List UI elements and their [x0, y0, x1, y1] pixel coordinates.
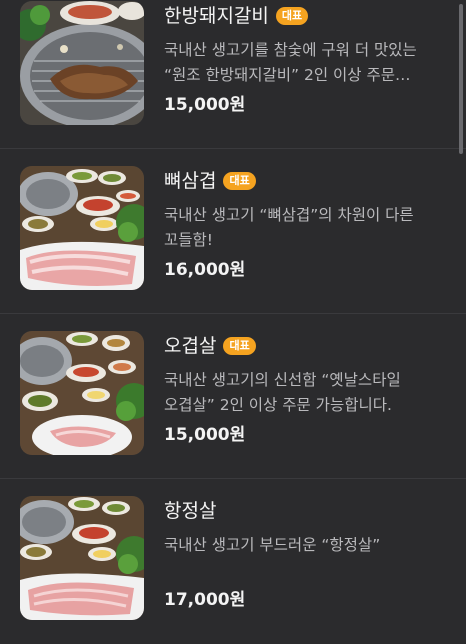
menu-item-ppyeosamgyeop[interactable]: 뼈삼겹 대표 국내산 생고기 “뼈삼겹”의 차원이 다른 꼬들함! 16,000… [0, 149, 466, 314]
pork-belly-photo-icon [20, 331, 144, 455]
signature-badge: 대표 [223, 337, 256, 355]
menu-item-description: 국내산 생고기를 참숯에 구워 더 맛있는 “원조 한방돼지갈비” 2인 이상 … [164, 41, 417, 84]
menu-item-name: 항정살 [164, 500, 217, 522]
scrollbar[interactable] [459, 4, 463, 154]
menu-item-title-row: 뼈삼겹 대표 [164, 169, 256, 193]
menu-item-description: 국내산 생고기 부드러운 “항정살” [164, 536, 381, 554]
signature-badge: 대표 [223, 172, 256, 190]
signature-badge: 대표 [275, 7, 309, 25]
menu-item-hangjeongsal[interactable]: 항정살 국내산 생고기 부드러운 “항정살” 17,000원 [0, 479, 466, 644]
menu-item-title-row: 한방돼지갈비 대표 [164, 4, 309, 28]
menu-list: 한방돼지갈비 대표 국내산 생고기를 참숯에 구워 더 맛있는 “원조 한방돼지… [0, 0, 466, 644]
menu-item-description: 국내산 생고기 “뼈삼겹”의 차원이 다른 꼬들함! [164, 206, 414, 249]
menu-item-image[interactable] [20, 496, 144, 620]
menu-item-price: 15,000원 [164, 425, 246, 445]
pork-jowl-photo-icon [20, 496, 144, 620]
menu-item-name: 오겹살 [164, 335, 217, 357]
menu-item-image[interactable] [20, 331, 144, 455]
menu-item-image[interactable] [20, 166, 144, 290]
menu-item-price: 16,000원 [164, 260, 246, 280]
menu-item-title-row: 오겹살 대표 [164, 334, 256, 358]
menu-item-description: 국내산 생고기의 신선함 “옛날스타일 오겹살” 2인 이상 주문 가능합니다. [164, 371, 401, 414]
menu-item-image[interactable] [20, 1, 144, 125]
pork-belly-photo-icon [20, 166, 144, 290]
menu-item-name: 한방돼지갈비 [164, 5, 269, 27]
menu-item-name: 뼈삼겹 [164, 170, 217, 192]
menu-item-price: 15,000원 [164, 95, 246, 115]
grilled-galbi-photo-icon [20, 1, 144, 125]
menu-item-galbi[interactable]: 한방돼지갈비 대표 국내산 생고기를 참숯에 구워 더 맛있는 “원조 한방돼지… [0, 0, 466, 149]
menu-item-ogyeopsal[interactable]: 오겹살 대표 국내산 생고기의 신선함 “옛날스타일 오겹살” 2인 이상 주문… [0, 314, 466, 479]
menu-item-price: 17,000원 [164, 590, 246, 610]
menu-item-title-row: 항정살 [164, 499, 216, 523]
